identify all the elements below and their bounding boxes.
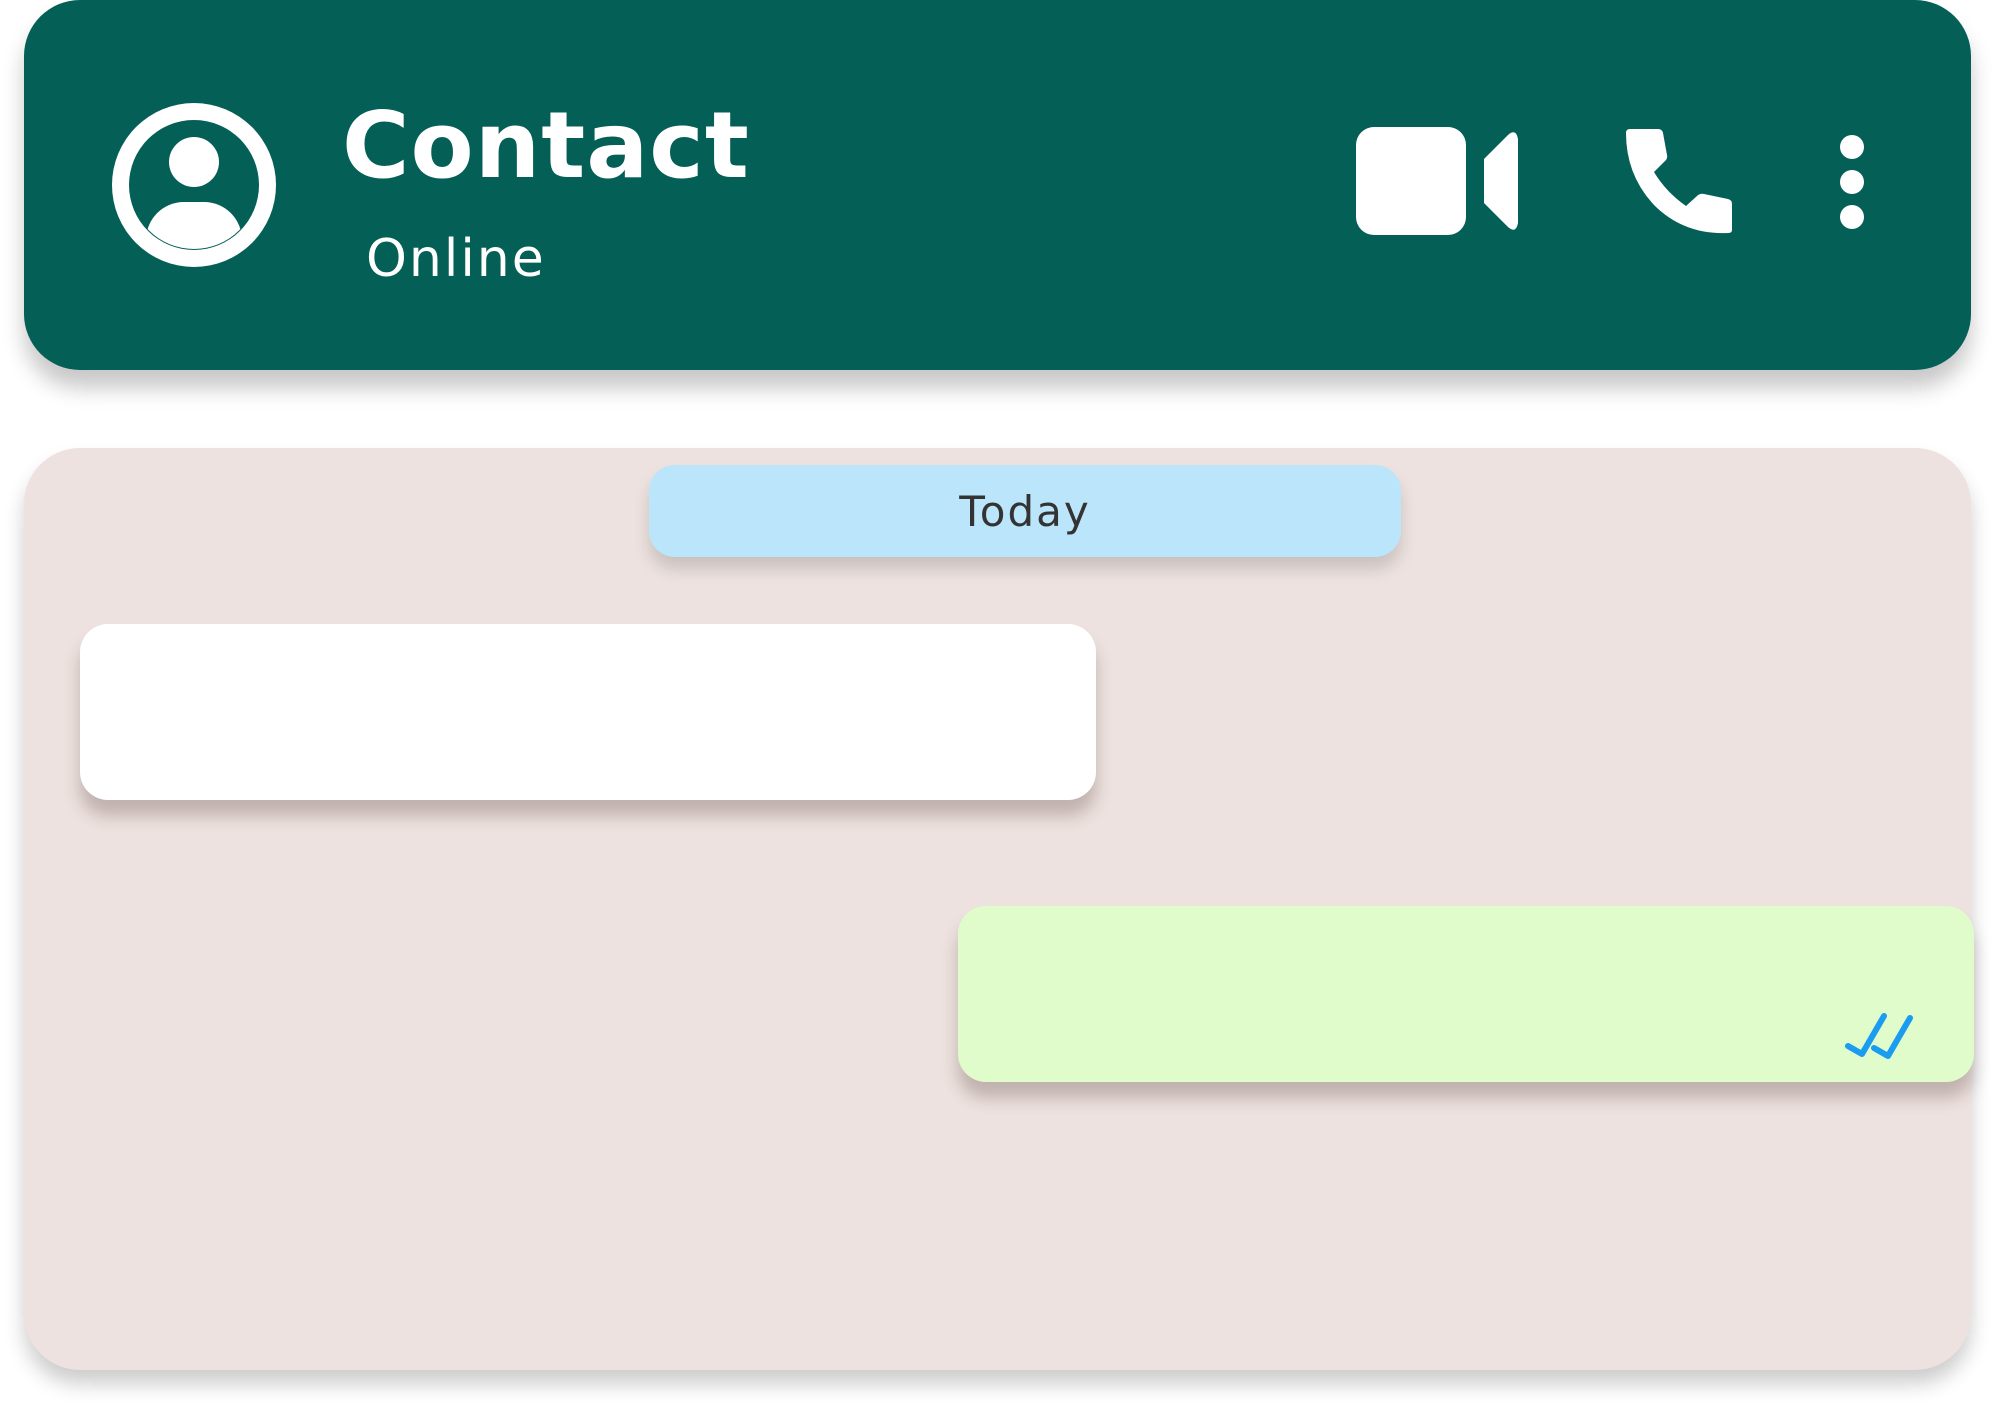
incoming-message-bubble[interactable] <box>80 624 1096 800</box>
more-vertical-icon[interactable] <box>1834 132 1870 232</box>
contact-status: Online <box>366 229 546 289</box>
double-check-icon <box>1845 1013 1913 1059</box>
chat-area[interactable]: Today <box>24 448 1974 1370</box>
phone-icon[interactable] <box>1624 125 1736 237</box>
date-separator: Today <box>649 465 1401 557</box>
outgoing-message-bubble[interactable] <box>958 906 1974 1082</box>
video-camera-icon[interactable] <box>1356 125 1550 237</box>
chat-header: Contact Online <box>24 0 1971 370</box>
avatar-icon[interactable] <box>112 103 276 267</box>
contact-name[interactable]: Contact <box>342 100 750 192</box>
